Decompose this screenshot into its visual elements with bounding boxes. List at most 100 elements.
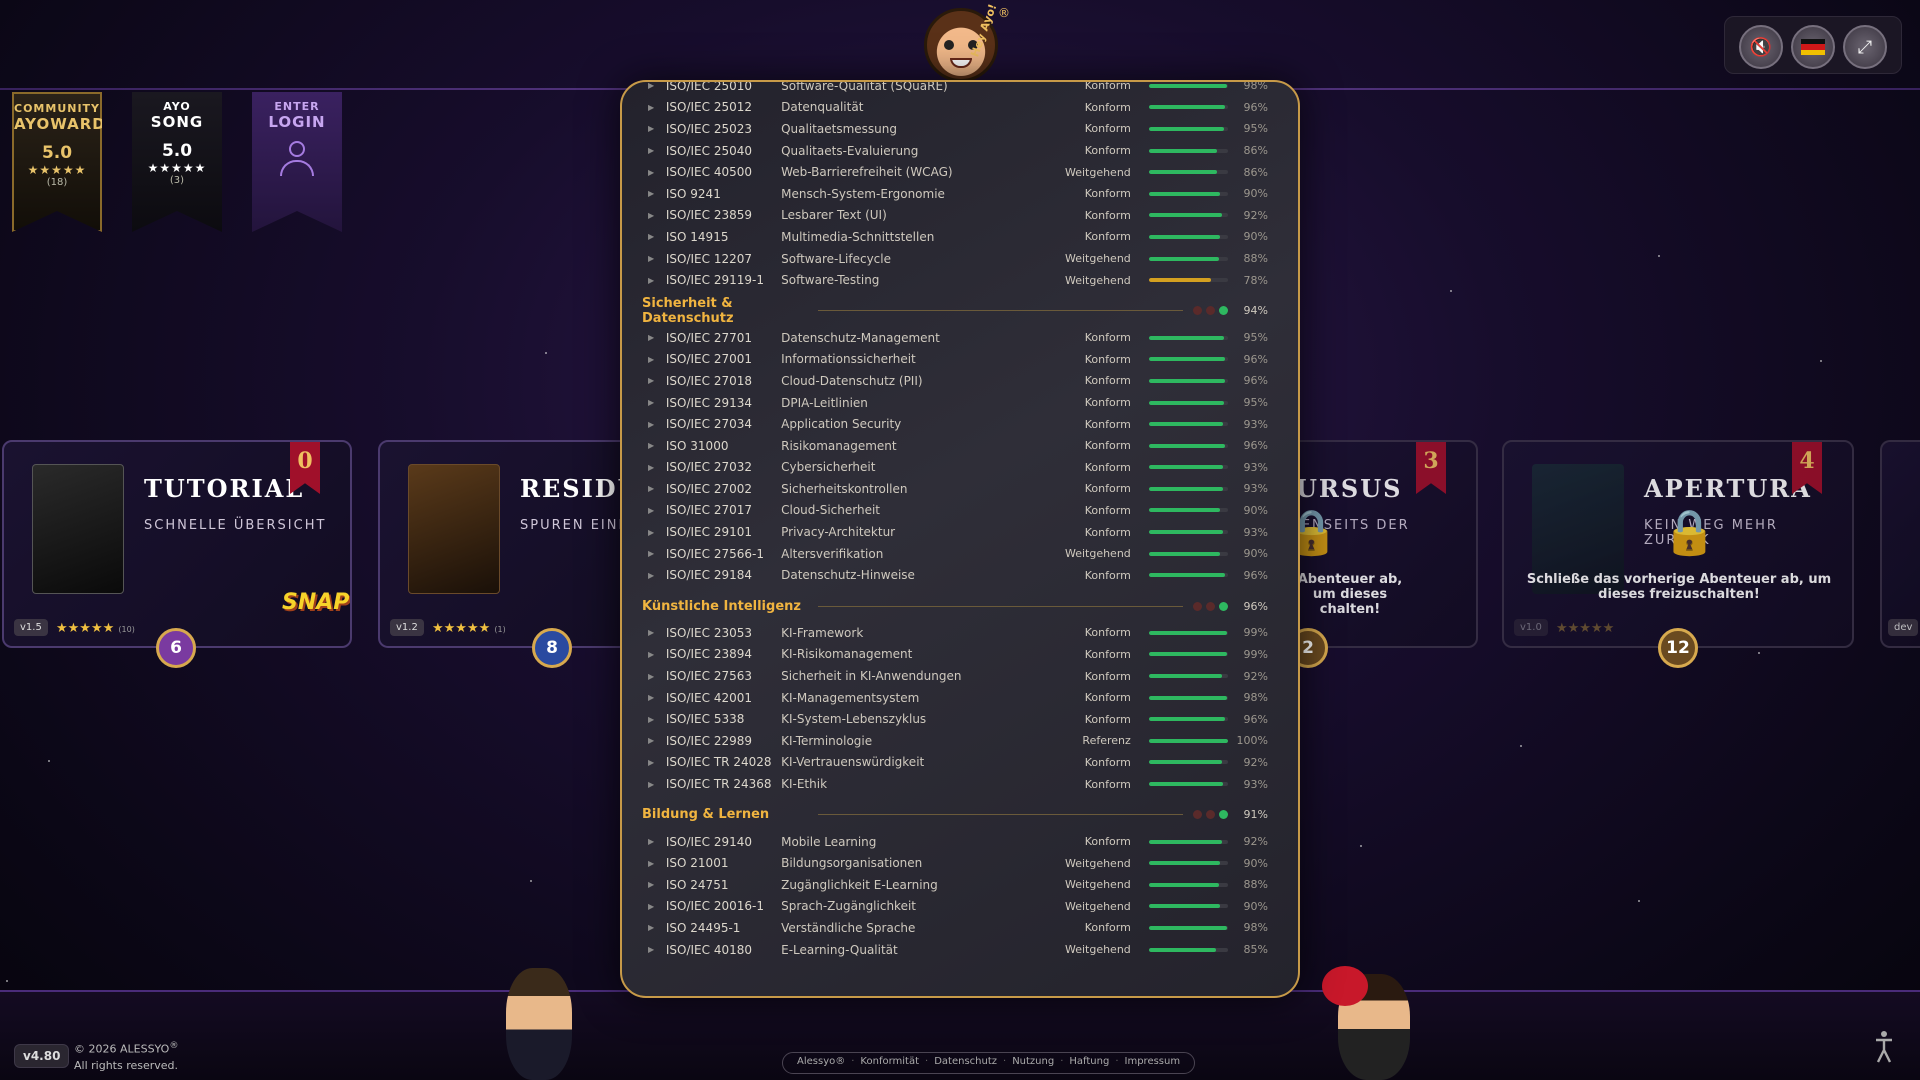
standard-row[interactable]: ▶ ISO/IEC 40180 E-Learning-Qualität Weitgeh… [642, 939, 1268, 961]
expand-triangle-icon[interactable]: ▶ [642, 398, 666, 407]
expand-triangle-icon[interactable]: ▶ [642, 859, 666, 868]
adventure-card-tutorial[interactable]: TUTORIAL SCHNELLE ÜBERSICHT 0 SNAP! v1.5… [2, 440, 352, 648]
standard-row[interactable]: ▶ ISO 24495-1 Verständliche Sprache Konform… [642, 917, 1268, 939]
standard-row[interactable]: ▶ ISO/IEC 25010 Software-Qualität (SQuaRE)… [642, 82, 1268, 97]
standard-row[interactable]: ▶ ISO/IEC 22989 KI-Terminologie Referenz 100… [642, 730, 1268, 752]
standard-row[interactable]: ▶ ISO/IEC 40500 Web-Barrierefreiheit (WCAG… [642, 161, 1268, 183]
footer-link[interactable]: Alessyo® [797, 1056, 845, 1070]
standard-row[interactable]: ▶ ISO/IEC 23859 Lesbarer Text (UI) Konform 9… [642, 205, 1268, 227]
expand-triangle-icon[interactable]: ▶ [642, 420, 666, 429]
standard-row[interactable]: ▶ ISO/IEC 29184 Datenschutz-Hinweise Konfor… [642, 564, 1268, 586]
standard-row[interactable]: ▶ ISO/IEC 29119-1 Software-Testing Weitgehe… [642, 269, 1268, 291]
conformity-status: Weitgehend [1064, 943, 1131, 957]
standard-row[interactable]: ▶ ISO/IEC 27563 Sicherheit in KI-Anwendung… [642, 665, 1268, 687]
ayo-song-ribbon[interactable]: AYO SONG 5.0 ★★★★★ (3) [132, 92, 222, 232]
standard-row[interactable]: ▶ ISO/IEC 29101 Privacy-Architektur Konform… [642, 521, 1268, 543]
expand-triangle-icon[interactable]: ▶ [642, 628, 666, 637]
standard-row[interactable]: ▶ ISO/IEC 27018 Cloud-Datenschutz (PII) Kon… [642, 370, 1268, 392]
footer-link[interactable]: Impressum [1125, 1056, 1181, 1070]
expand-triangle-icon[interactable]: ▶ [642, 103, 666, 112]
expand-triangle-icon[interactable]: ▶ [642, 254, 666, 263]
standard-row[interactable]: ▶ ISO/IEC 27002 Sicherheitskontrollen Konfo… [642, 478, 1268, 500]
expand-triangle-icon[interactable]: ▶ [642, 189, 666, 198]
standard-row[interactable]: ▶ ISO/IEC 20016-1 Sprach-Zugänglichkeit Wei… [642, 896, 1268, 918]
footer-link[interactable]: Nutzung [1012, 1056, 1054, 1070]
expand-triangle-icon[interactable]: ▶ [642, 484, 666, 493]
standard-row[interactable]: ▶ ISO/IEC 27017 Cloud-Sicherheit Konform 90% [642, 500, 1268, 522]
expand-triangle-icon[interactable]: ▶ [642, 650, 666, 659]
standard-row[interactable]: ▶ ISO/IEC 27001 Informationssicherheit Konf… [642, 349, 1268, 371]
expand-triangle-icon[interactable]: ▶ [642, 211, 666, 220]
standard-row[interactable]: ▶ ISO 9241 Mensch-System-Ergonomie Konform 9… [642, 183, 1268, 205]
login-ribbon[interactable]: ENTER LOGIN [252, 92, 342, 232]
expand-triangle-icon[interactable]: ▶ [642, 715, 666, 724]
expand-triangle-icon[interactable]: ▶ [642, 333, 666, 342]
standard-row[interactable]: ▶ ISO/IEC TR 24028 KI-Vertrauenswürdigkeit… [642, 752, 1268, 774]
standard-row[interactable]: ▶ ISO/IEC 29134 DPIA-Leitlinien Konform 95% [642, 392, 1268, 414]
expand-triangle-icon[interactable]: ▶ [642, 780, 666, 789]
speaker-muted-icon[interactable]: 🔇 [1739, 25, 1783, 69]
expand-triangle-icon[interactable]: ▶ [642, 837, 666, 846]
expand-triangle-icon[interactable]: ▶ [642, 672, 666, 681]
standard-row[interactable]: ▶ ISO/IEC 27032 Cybersicherheit Konform 93% [642, 457, 1268, 479]
footer-link[interactable]: Haftung [1069, 1056, 1109, 1070]
expand-triangle-icon[interactable]: ▶ [642, 376, 666, 385]
standard-row[interactable]: ▶ ISO 24751 Zugänglichkeit E-Learning Weitg… [642, 874, 1268, 896]
standard-row[interactable]: ▶ ISO/IEC TR 24368 KI-Ethik Konform 93% [642, 773, 1268, 795]
standard-row[interactable]: ▶ ISO 14915 Multimedia-Schnittstellen Konfo… [642, 226, 1268, 248]
standard-row[interactable]: ▶ ISO/IEC 27701 Datenschutz-Management Konf… [642, 327, 1268, 349]
standard-code: ISO 24751 [665, 877, 729, 892]
expand-triangle-icon[interactable]: ▶ [642, 758, 666, 767]
expand-triangle-icon[interactable]: ▶ [642, 506, 666, 515]
standard-row[interactable]: ▶ ISO/IEC 23894 KI-Risikomanagement Konform… [642, 644, 1268, 666]
expand-triangle-icon[interactable]: ▶ [642, 945, 666, 954]
adventure-card-ursus[interactable]: URSUS JENSEITS DER 3 🔒 Abenteuer ab, um … [1288, 440, 1478, 648]
standard-row[interactable]: ▶ ISO/IEC 12207 Software-Lifecycle Weitgehe… [642, 248, 1268, 270]
expand-triangle-icon[interactable]: ▶ [642, 549, 666, 558]
standard-row[interactable]: ▶ ISO/IEC 5338 KI-System-Lebenszyklus Konfo… [642, 708, 1268, 730]
standard-row[interactable]: ▶ ISO 31000 Risikomanagement Konform 96% [642, 435, 1268, 457]
expand-triangle-icon[interactable]: ▶ [642, 124, 666, 133]
expand-icon[interactable]: ⤢ [1843, 25, 1887, 69]
section-header[interactable]: Bildung & Lernen 91% [642, 799, 1268, 831]
expand-triangle-icon[interactable]: ▶ [642, 463, 666, 472]
expand-triangle-icon[interactable]: ▶ [642, 355, 666, 364]
conformity-bar-fill [1148, 861, 1221, 866]
standard-row[interactable]: ▶ ISO/IEC 29140 Mobile Learning Konform 92% [642, 831, 1268, 853]
expand-triangle-icon[interactable]: ▶ [642, 168, 666, 177]
footer-link[interactable]: Datenschutz [934, 1056, 997, 1070]
standard-row[interactable]: ▶ ISO/IEC 23053 KI-Framework Konform 99% [642, 622, 1268, 644]
expand-triangle-icon[interactable]: ▶ [642, 276, 666, 285]
expand-triangle-icon[interactable]: ▶ [642, 232, 666, 241]
conformity-bar-fill [1148, 904, 1221, 909]
expand-triangle-icon[interactable]: ▶ [642, 571, 666, 580]
expand-triangle-icon[interactable]: ▶ [642, 902, 666, 911]
expand-triangle-icon[interactable]: ▶ [642, 880, 666, 889]
standard-row[interactable]: ▶ ISO/IEC 25023 Qualitaetsmessung Konform 95… [642, 118, 1268, 140]
standard-row[interactable]: ▶ ISO/IEC 27566-1 Altersverifikation Weitge… [642, 543, 1268, 565]
german-flag-icon[interactable] [1791, 25, 1835, 69]
expand-triangle-icon[interactable]: ▶ [642, 146, 666, 155]
footer-link[interactable]: Konformität [860, 1056, 919, 1070]
expand-triangle-icon[interactable]: ▶ [642, 441, 666, 450]
standard-row[interactable]: ▶ ISO 21001 Bildungsorganisationen Weitgehe… [642, 852, 1268, 874]
standard-row[interactable]: ▶ ISO/IEC 25040 Qualitaets-Evaluierung Konf… [642, 140, 1268, 162]
section-header[interactable]: Sicherheit & Datenschutz 94% [642, 295, 1268, 327]
adventure-card-apertura[interactable]: APERTURA KEIN WEG MEHR ZURÜCK 4 🔒 Schlie… [1502, 440, 1854, 648]
section-header[interactable]: Künstliche Intelligenz 96% [642, 590, 1268, 622]
expand-triangle-icon[interactable]: ▶ [642, 736, 666, 745]
conformity-percent: 93% [1243, 777, 1268, 791]
expand-triangle-icon[interactable]: ▶ [642, 693, 666, 702]
community-award-ribbon[interactable]: COMMUNITY AYOWARD 5.0 ★★★★★ (18) [12, 92, 102, 232]
standard-row[interactable]: ▶ ISO/IEC 25012 Datenqualität Konform 96% [642, 97, 1268, 119]
expand-triangle-icon[interactable]: ▶ [642, 82, 666, 90]
conformity-status: Konform [1084, 691, 1131, 705]
expand-triangle-icon[interactable]: ▶ [642, 923, 666, 932]
standard-row[interactable]: ▶ ISO/IEC 27034 Application Security Konfor… [642, 413, 1268, 435]
accessibility-icon[interactable] [1874, 1030, 1894, 1064]
expand-triangle-icon[interactable]: ▶ [642, 528, 666, 537]
standard-row[interactable]: ▶ ISO/IEC 42001 KI-Managementsystem Konform… [642, 687, 1268, 709]
mascot-avatar[interactable]: Hey Ayo! ® [920, 2, 1012, 90]
adventure-card-dev[interactable]: dev [1880, 440, 1920, 648]
conformity-percent: 90% [1243, 187, 1268, 201]
